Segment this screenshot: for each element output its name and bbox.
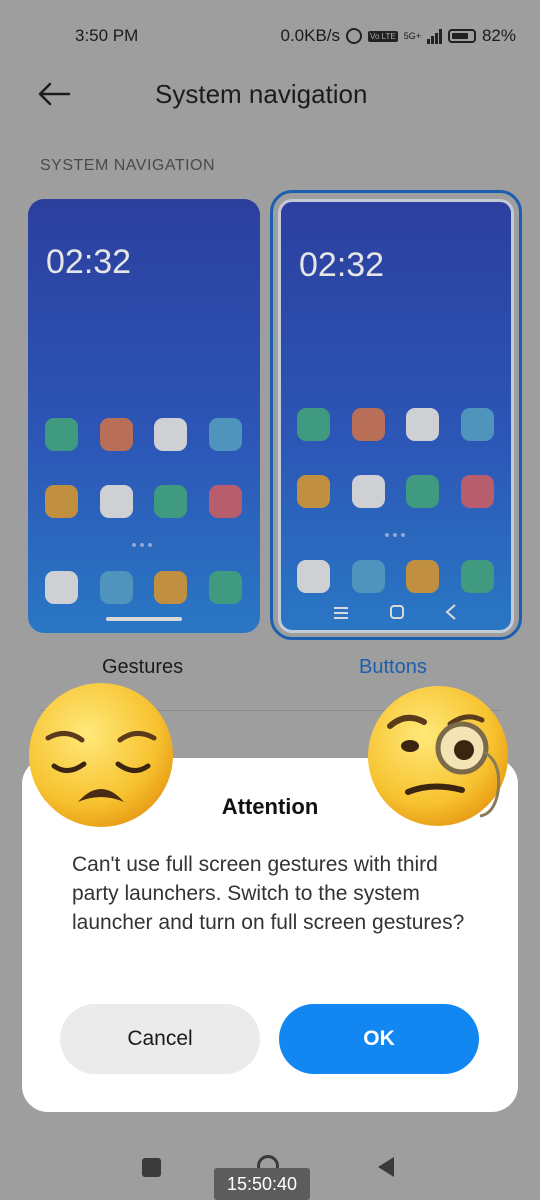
app-icon bbox=[297, 408, 330, 441]
app-icon bbox=[209, 571, 242, 604]
app-icon bbox=[154, 485, 187, 518]
network-type: 5G+ bbox=[403, 30, 421, 41]
app-icon bbox=[352, 408, 385, 441]
app-icon bbox=[209, 418, 242, 451]
app-icon bbox=[154, 571, 187, 604]
app-icon bbox=[45, 485, 78, 518]
face-with-monocle-icon bbox=[368, 686, 508, 826]
back-chevron-icon bbox=[445, 604, 456, 620]
pensive-face-icon bbox=[29, 683, 173, 827]
app-icon bbox=[100, 571, 133, 604]
app-icon bbox=[406, 560, 439, 593]
dialog-message: Can't use full screen gestures with thir… bbox=[72, 853, 465, 934]
cancel-button[interactable]: Cancel bbox=[60, 1004, 260, 1074]
battery-percent: 82% bbox=[481, 26, 516, 45]
app-icon bbox=[45, 571, 78, 604]
page-dots bbox=[385, 533, 405, 537]
app-icon bbox=[209, 485, 242, 518]
app-icon bbox=[406, 475, 439, 508]
status-bar: 3:50 PM 0.0KB/s Vo LTE 5G+ 82% bbox=[0, 0, 540, 70]
buttons-preview-card[interactable]: 02:32 bbox=[278, 199, 514, 633]
gestures-preview-card[interactable]: 02:32 bbox=[28, 199, 260, 633]
volte-icon: Vo LTE bbox=[368, 30, 398, 42]
page-title: System navigation bbox=[155, 79, 368, 109]
app-icon bbox=[461, 475, 494, 508]
gesture-bar bbox=[106, 617, 182, 621]
option-label-buttons[interactable]: Buttons bbox=[359, 656, 427, 679]
app-icon bbox=[100, 418, 133, 451]
app-icon bbox=[45, 418, 78, 451]
arrow-left-icon[interactable] bbox=[36, 80, 72, 108]
app-icon bbox=[352, 560, 385, 593]
timestamp-overlay: 15:50:40 bbox=[214, 1168, 310, 1200]
app-icon bbox=[461, 408, 494, 441]
status-time: 3:50 PM bbox=[75, 26, 139, 45]
ok-button[interactable]: OK bbox=[279, 1004, 479, 1074]
square-icon[interactable] bbox=[142, 1158, 161, 1177]
section-label: SYSTEM NAVIGATION bbox=[40, 157, 216, 174]
net-speed: 0.0KB/s bbox=[280, 26, 341, 45]
menu-icon bbox=[334, 607, 348, 619]
option-label-gestures[interactable]: Gestures bbox=[102, 656, 183, 679]
battery-icon bbox=[447, 29, 476, 43]
app-icon bbox=[297, 475, 330, 508]
app-icon bbox=[352, 475, 385, 508]
preview-clock: 02:32 bbox=[299, 246, 385, 284]
preview-clock: 02:32 bbox=[46, 243, 132, 281]
triangle-back-icon[interactable] bbox=[376, 1156, 396, 1178]
app-icon bbox=[100, 485, 133, 518]
signal-icon bbox=[426, 28, 442, 44]
app-icon bbox=[154, 418, 187, 451]
home-square-icon bbox=[390, 605, 404, 619]
status-icons: 0.0KB/s Vo LTE 5G+ 82% bbox=[281, 26, 517, 46]
app-icon bbox=[406, 408, 439, 441]
app-icon bbox=[461, 560, 494, 593]
app-icon bbox=[297, 560, 330, 593]
page-header: System navigation bbox=[0, 70, 540, 120]
page-dots bbox=[132, 543, 152, 547]
alarm-icon bbox=[346, 28, 363, 44]
